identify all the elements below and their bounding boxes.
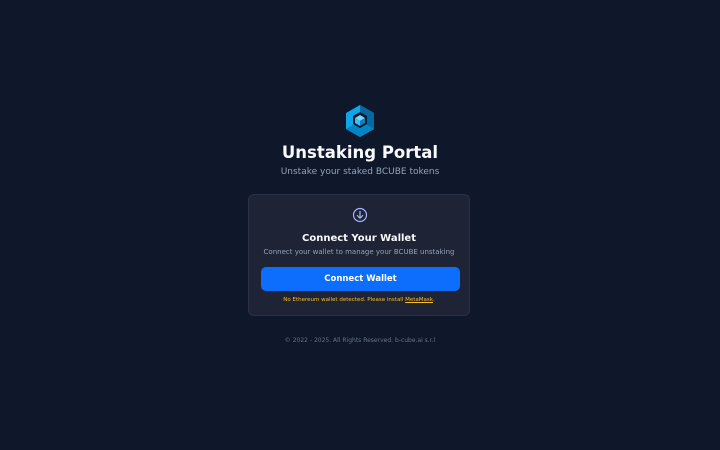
page-title: Unstaking Portal	[281, 143, 439, 162]
connect-wallet-button[interactable]: Connect Wallet	[261, 267, 460, 291]
connect-wallet-card: Connect Your Wallet Connect your wallet …	[248, 194, 470, 316]
card-description: Connect your wallet to manage your BCUBE…	[263, 248, 455, 256]
bcube-logo-icon	[346, 105, 374, 137]
warning-text: No Ethereum wallet detected. Please inst…	[283, 297, 406, 303]
arrow-down-circle-icon	[352, 207, 368, 223]
card-title: Connect Your Wallet	[302, 233, 416, 244]
wallet-warning: No Ethereum wallet detected. Please inst…	[249, 296, 469, 304]
page-subtitle: Unstake your staked BCUBE tokens	[280, 167, 440, 177]
warning-suffix: .	[432, 297, 435, 303]
unstaking-page: Unstaking Portal Unstake your staked BCU…	[0, 0, 720, 450]
metamask-link[interactable]: MetaMask	[405, 297, 433, 303]
footer-copyright: © 2022 - 2025. All Rights Reserved. b-cu…	[284, 337, 436, 344]
